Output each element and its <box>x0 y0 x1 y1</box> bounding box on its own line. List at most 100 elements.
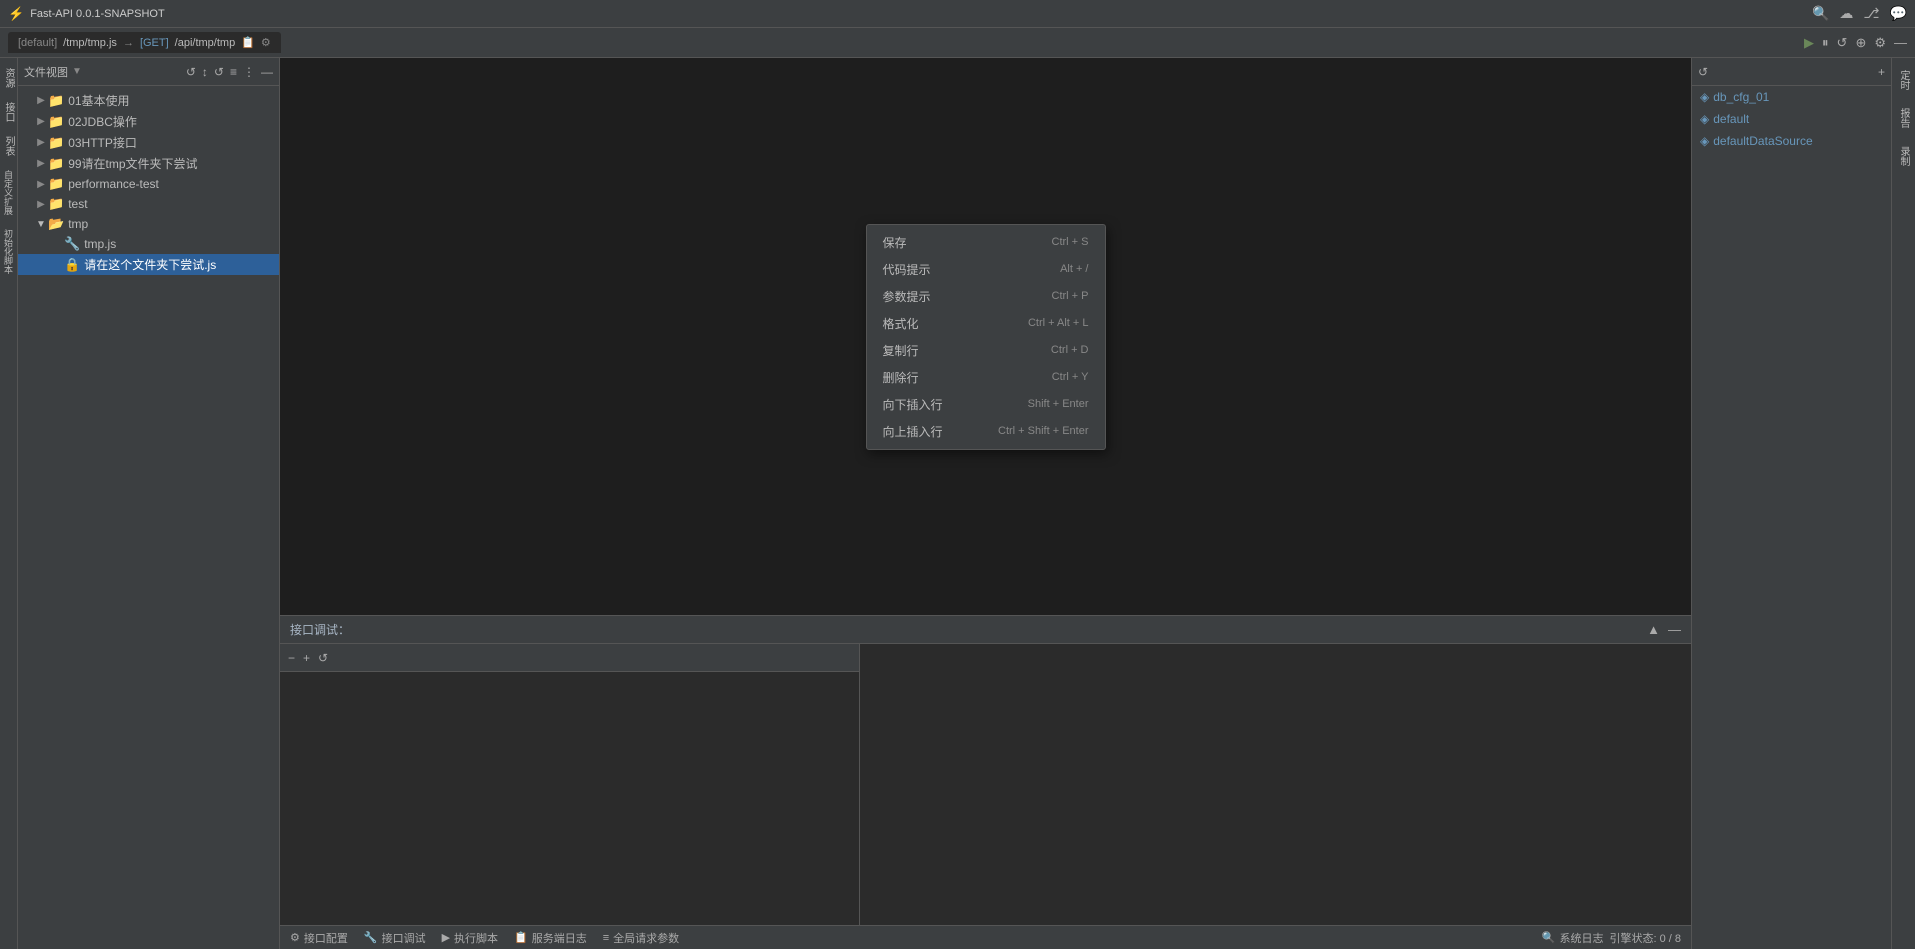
tree-arrow-tmp: ▼ <box>34 219 48 230</box>
context-menu-params[interactable]: 参数提示 Ctrl + P <box>867 283 1105 310</box>
left-toolbar-api[interactable]: 接口 <box>1 96 16 128</box>
status-global-params[interactable]: ≡ 全局请求参数 <box>603 930 679 946</box>
context-menu-save-shortcut: Ctrl + S <box>1052 236 1089 248</box>
settings-icon[interactable]: ⚙ <box>1874 35 1886 51</box>
status-server-log[interactable]: 📋 服务端日志 <box>514 930 587 946</box>
tree-arrow-test: ▶ <box>34 199 48 210</box>
tab-controls: ▶ ⏸ ↺ ⊕ ⚙ — <box>1804 35 1907 51</box>
editor-area: 保存 Ctrl + S 代码提示 Alt + / 参数提示 Ctrl + P 格… <box>280 58 1691 615</box>
sidebar-close-icon[interactable]: — <box>261 65 273 79</box>
tree-item-tryjs[interactable]: 🔒 请在这个文件夹下尝试.js <box>18 254 279 275</box>
context-menu-deleteline-shortcut: Ctrl + Y <box>1052 371 1089 383</box>
left-toolbar-list[interactable]: 列表 <box>1 130 16 162</box>
context-menu-insertbelow[interactable]: 向下插入行 Shift + Enter <box>867 391 1105 418</box>
right-toolbar-record[interactable]: 录制 <box>1896 138 1911 174</box>
bottom-plus-btn[interactable]: + <box>303 651 310 665</box>
tree-label-tmp: tmp <box>68 217 88 231</box>
bottom-panel-body: − + ↺ <box>280 644 1691 925</box>
exec-script-icon: ▶ <box>442 931 450 944</box>
tab-copy-icon[interactable]: 📋 <box>241 36 255 49</box>
sidebar: 文件视图 ▼ ↺ ↕ ↺ ≡ ⋮ — ▶ 📁 01基本使用 ▶ <box>18 58 280 949</box>
bottom-panel-collapse-icon[interactable]: ▲ <box>1647 622 1660 637</box>
tree-label-test: test <box>68 197 87 211</box>
right-toolbar-report[interactable]: 报告 <box>1896 100 1911 136</box>
tree-item-03[interactable]: ▶ 📁 03HTTP接口 <box>18 132 279 153</box>
bottom-panel-header: 接口调试： ▲ — <box>280 616 1691 644</box>
sidebar-dropdown-icon[interactable]: ▼ <box>72 66 82 77</box>
bottom-panel-close-icon[interactable]: — <box>1668 622 1681 637</box>
sidebar-sort-icon[interactable]: ↕ <box>202 65 208 79</box>
context-menu-autocomplete-label: 代码提示 <box>883 261 931 278</box>
context-menu-autocomplete[interactable]: 代码提示 Alt + / <box>867 256 1105 283</box>
context-menu-insertabove-label: 向上插入行 <box>883 423 943 440</box>
bottom-refresh-btn[interactable]: ↺ <box>318 651 328 665</box>
tree-item-tmp[interactable]: ▼ 📂 tmp <box>18 214 279 234</box>
pause-icon[interactable]: ⏸ <box>1822 35 1829 51</box>
datasource-icon-default: ◈ <box>1700 112 1709 126</box>
context-menu-insertbelow-label: 向下插入行 <box>883 396 943 413</box>
bottom-minus-btn[interactable]: − <box>288 651 295 665</box>
context-menu-format[interactable]: 格式化 Ctrl + Alt + L <box>867 310 1105 337</box>
file-icon-tryjs: 🔒 <box>64 257 80 273</box>
left-toolbar-resources[interactable]: 资源 <box>1 62 16 94</box>
folder-icon-tmp: 📂 <box>48 216 64 232</box>
tree-arrow-pt: ▶ <box>34 179 48 190</box>
context-menu-params-label: 参数提示 <box>883 288 931 305</box>
sidebar-list-icon[interactable]: ≡ <box>230 65 237 79</box>
main-layout: 资源 接口 列表 自定义扩展 初始化脚本 文件视图 ▼ ↺ ↕ ↺ ≡ ⋮ — … <box>0 58 1915 949</box>
status-api-config[interactable]: ⚙ 接口配置 <box>290 930 348 946</box>
context-menu-copyline[interactable]: 复制行 Ctrl + D <box>867 337 1105 364</box>
tree-item-tmpjs[interactable]: 🔧 tmp.js <box>18 234 279 254</box>
search-icon[interactable]: 🔍 <box>1812 5 1829 22</box>
tab-settings-icon[interactable]: ⚙ <box>261 36 271 49</box>
minimize-icon[interactable]: — <box>1894 35 1907 51</box>
main-tab[interactable]: [default] /tmp/tmp.js → [GET] /api/tmp/t… <box>8 32 281 53</box>
sidebar-reload-icon[interactable]: ↺ <box>214 65 224 79</box>
tree-label-03: 03HTTP接口 <box>68 134 137 151</box>
github-icon[interactable]: ⎇ <box>1863 5 1879 22</box>
right-panel-add-btn[interactable]: + <box>1878 65 1885 79</box>
tree-item-pt[interactable]: ▶ 📁 performance-test <box>18 174 279 194</box>
folder-icon-03: 📁 <box>48 135 64 151</box>
tree-label-99: 99请在tmp文件夹下尝试 <box>68 155 197 172</box>
tree-item-test[interactable]: ▶ 📁 test <box>18 194 279 214</box>
global-params-icon: ≡ <box>603 932 609 944</box>
context-menu-deleteline[interactable]: 删除行 Ctrl + Y <box>867 364 1105 391</box>
bottom-panel: 接口调试： ▲ — − + ↺ <box>280 615 1691 925</box>
sidebar-more-icon[interactable]: ⋮ <box>243 65 255 79</box>
tree-label-01: 01基本使用 <box>68 92 129 109</box>
sidebar-toolbar: 文件视图 ▼ ↺ ↕ ↺ ≡ ⋮ — <box>18 58 279 86</box>
tab-arrow: → <box>123 37 134 49</box>
right-toolbar-timing[interactable]: 定时 <box>1896 62 1911 98</box>
status-system-log[interactable]: 🔍 系统日志 <box>1542 930 1604 946</box>
tree-label-tryjs: 请在这个文件夹下尝试.js <box>84 256 216 273</box>
api-config-icon: ⚙ <box>290 931 300 944</box>
chat-icon[interactable]: 💬 <box>1890 5 1907 22</box>
context-menu-insertabove-shortcut: Ctrl + Shift + Enter <box>998 425 1088 437</box>
tree-item-02[interactable]: ▶ 📁 02JDBC操作 <box>18 111 279 132</box>
status-exec-script[interactable]: ▶ 执行脚本 <box>442 930 498 946</box>
context-menu-save[interactable]: 保存 Ctrl + S <box>867 229 1105 256</box>
right-panel-defaultdatasource[interactable]: ◈ defaultDataSource <box>1692 130 1891 152</box>
add-tab-icon[interactable]: ⊕ <box>1855 35 1866 51</box>
app-logo: ⚡ <box>8 6 24 22</box>
run-icon[interactable]: ▶ <box>1804 35 1814 51</box>
left-toolbar-init[interactable]: 初始化脚本 <box>2 223 15 280</box>
datasource-icon-01: ◈ <box>1700 90 1709 104</box>
status-api-debug[interactable]: 🔧 接口调试 <box>364 930 426 946</box>
title-bar-icons: 🔍 ☁ ⎇ 💬 <box>1812 5 1907 22</box>
right-panel-db-cfg-01[interactable]: ◈ db_cfg_01 <box>1692 86 1891 108</box>
right-panel-default[interactable]: ◈ default <box>1692 108 1891 130</box>
bottom-right-panel <box>860 644 1691 925</box>
context-menu-insertabove[interactable]: 向上插入行 Ctrl + Shift + Enter <box>867 418 1105 445</box>
tree-item-99[interactable]: ▶ 📁 99请在tmp文件夹下尝试 <box>18 153 279 174</box>
rerun-icon[interactable]: ↺ <box>1837 35 1848 51</box>
right-panel-refresh-btn[interactable]: ↺ <box>1698 65 1708 79</box>
tree-item-01[interactable]: ▶ 📁 01基本使用 <box>18 90 279 111</box>
cloud-icon[interactable]: ☁ <box>1839 5 1853 22</box>
left-toolbar-custom[interactable]: 自定义扩展 <box>2 164 15 221</box>
title-bar: ⚡ Fast-API 0.0.1-SNAPSHOT 🔍 ☁ ⎇ 💬 <box>0 0 1915 28</box>
context-menu-save-label: 保存 <box>883 234 907 251</box>
sidebar-refresh-icon[interactable]: ↺ <box>186 65 196 79</box>
folder-icon-02: 📁 <box>48 114 64 130</box>
